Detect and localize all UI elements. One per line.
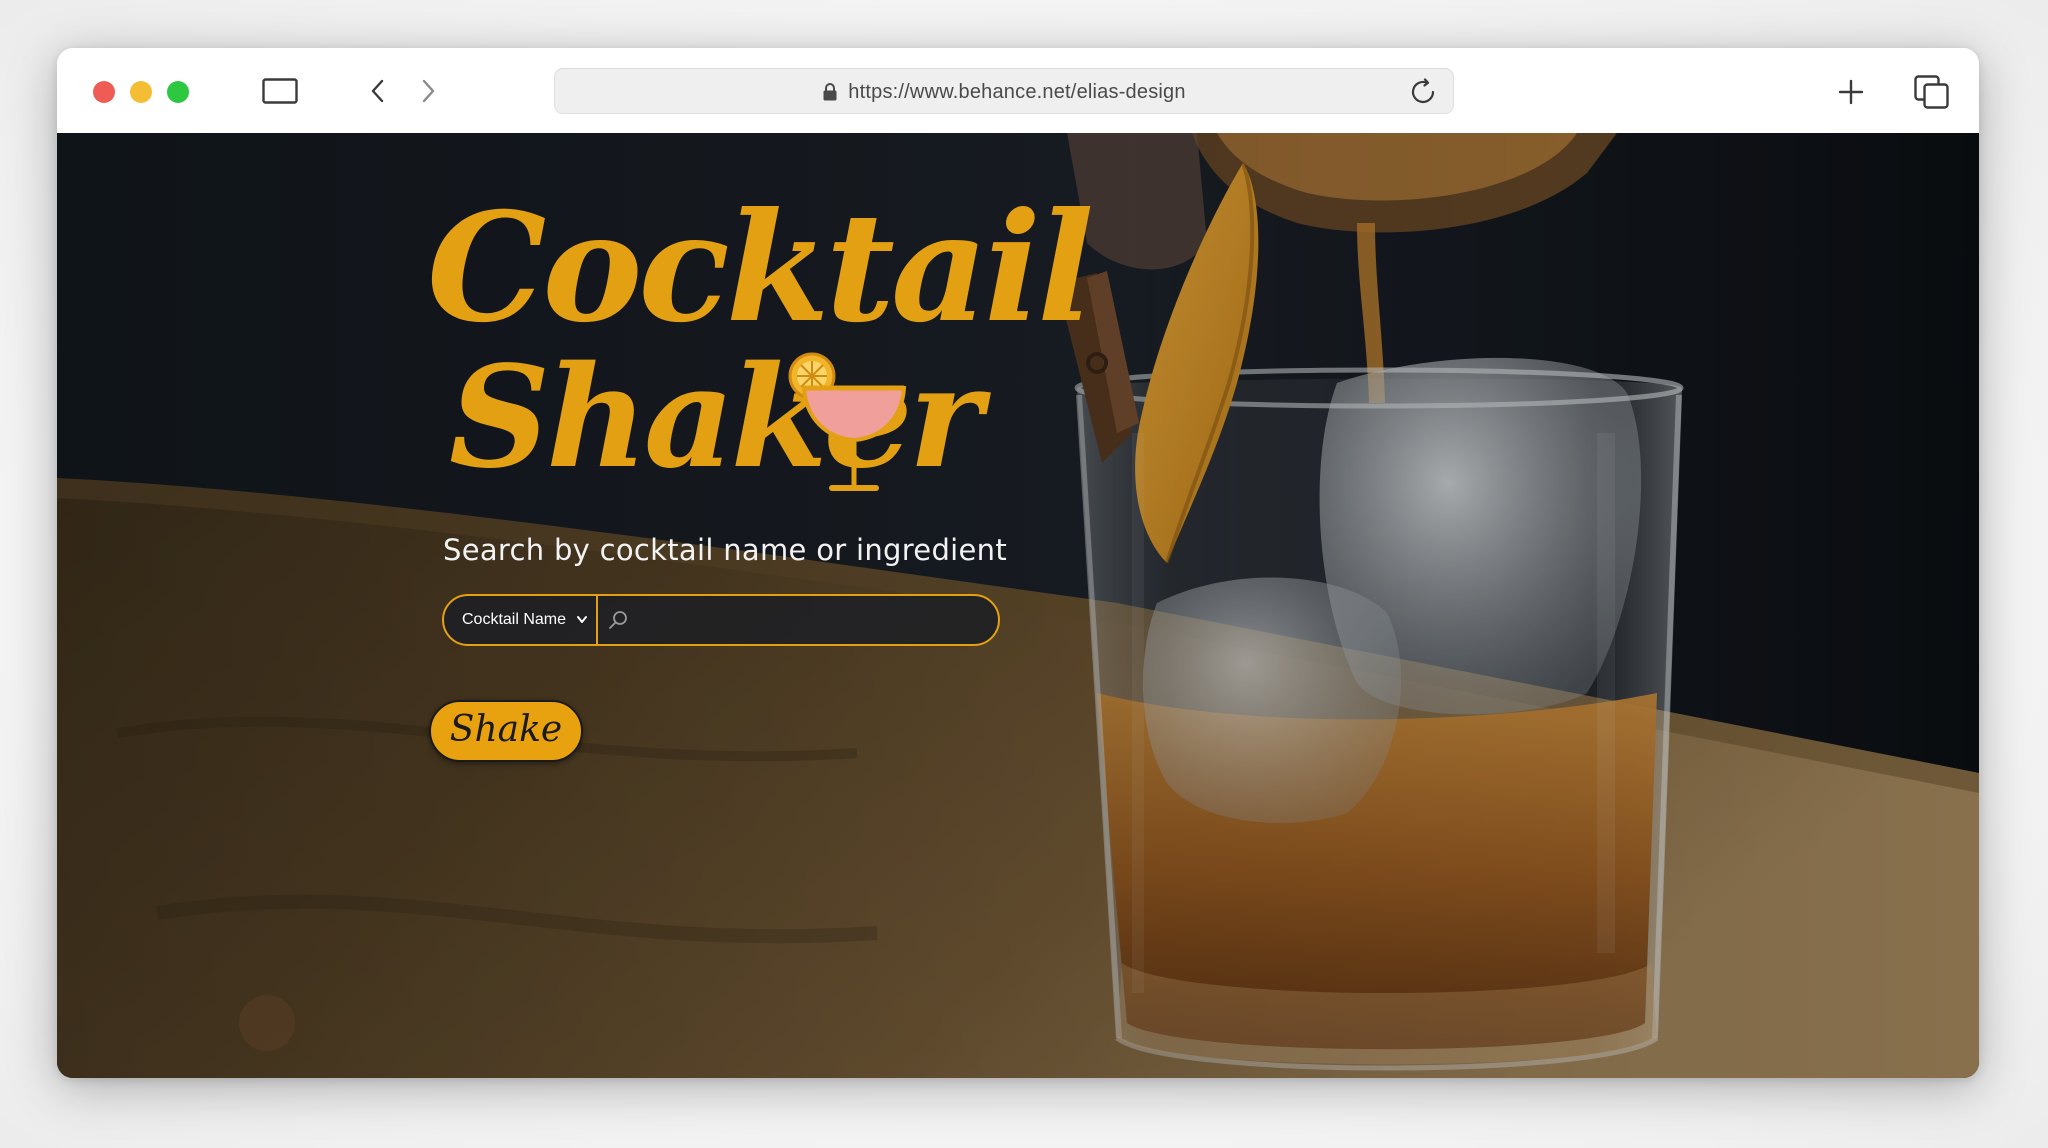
address-bar[interactable]: https://www.behance.net/elias-design: [554, 68, 1454, 114]
close-window-button[interactable]: [93, 81, 115, 103]
tabs-icon[interactable]: [1914, 75, 1950, 109]
chevron-down-icon: [576, 615, 588, 625]
cocktail-glass-icon: [782, 348, 912, 503]
browser-toolbar: https://www.behance.net/elias-design: [57, 48, 1979, 133]
search-input[interactable]: [596, 594, 1000, 646]
plus-icon[interactable]: [1838, 79, 1864, 105]
logo-word-cocktail: Cocktail: [427, 180, 1094, 356]
sidebar-icon[interactable]: [262, 78, 298, 104]
shake-button[interactable]: Shake: [429, 700, 583, 762]
lock-icon: [822, 82, 838, 102]
address-content: https://www.behance.net/elias-design: [555, 69, 1453, 115]
chevron-left-icon[interactable]: [369, 78, 387, 104]
search-instructions: Search by cocktail name or ingredient: [443, 533, 1008, 567]
screenshot-backdrop: https://www.behance.net/elias-design Coc…: [0, 0, 2048, 1148]
url-text: https://www.behance.net/elias-design: [848, 80, 1186, 103]
search-mode-selected: Cocktail Name: [462, 611, 567, 628]
minimize-window-button[interactable]: [130, 81, 152, 103]
reload-icon[interactable]: [1409, 78, 1437, 106]
browser-window: https://www.behance.net/elias-design Coc…: [57, 48, 1979, 1078]
maximize-window-button[interactable]: [167, 81, 189, 103]
search-icon: [608, 610, 628, 630]
page-content: Cocktail Shaker Search by cocktail name …: [57, 133, 1979, 1078]
chevron-right-icon[interactable]: [419, 78, 437, 104]
search-form: Cocktail Name: [442, 594, 1000, 646]
search-mode-select[interactable]: Cocktail Name: [442, 594, 598, 646]
